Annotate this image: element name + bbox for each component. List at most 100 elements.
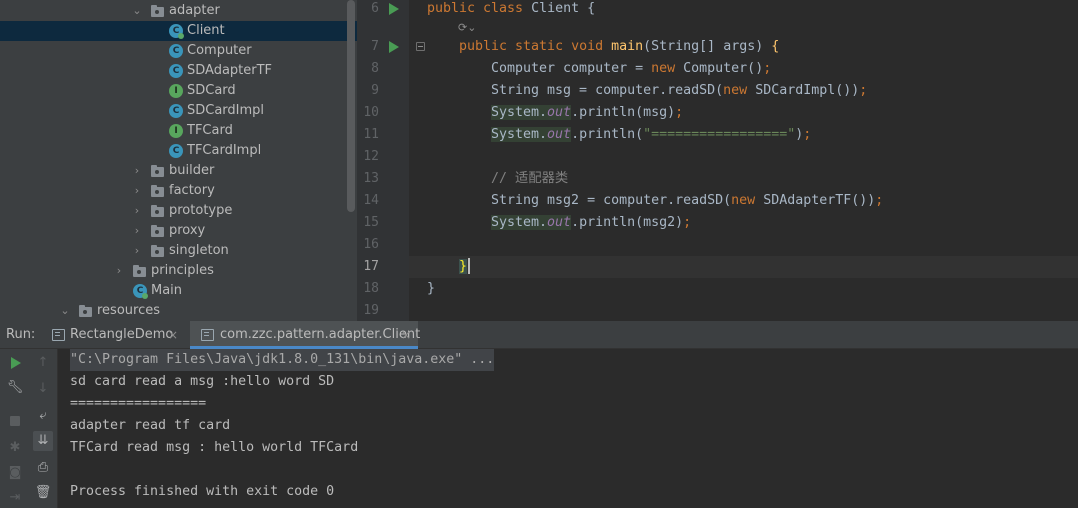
run-badge-icon bbox=[178, 33, 184, 39]
class-icon: C bbox=[169, 64, 183, 78]
run-main-icon[interactable] bbox=[389, 41, 399, 53]
scroll-to-end-icon: ⇊ bbox=[37, 433, 49, 448]
tree-item-label: adapter bbox=[169, 3, 220, 18]
edit-configuration-button[interactable]: 🔧︎ bbox=[5, 378, 25, 398]
code-line-9: String msg = computer.readSD(new SDCardI… bbox=[491, 83, 868, 98]
line-number-current: 17 bbox=[363, 259, 379, 274]
code-line-18: } bbox=[427, 281, 436, 296]
tree-item-sdadaptertf[interactable]: C SDAdapterTF bbox=[0, 61, 346, 81]
run-toolbar: ↑ 🔧︎ ↓ ⤶ ✱ ⇊ ◙ ⎙ ⇥ 🗑︎ bbox=[0, 349, 58, 508]
tree-item-tfcardimpl[interactable]: C TFCardImpl bbox=[0, 141, 346, 161]
close-icon[interactable]: × bbox=[168, 321, 178, 349]
tree-item-proxy[interactable]: › proxy bbox=[0, 221, 346, 241]
tree-item-label: Main bbox=[151, 283, 183, 298]
tree-item-singleton[interactable]: › singleton bbox=[0, 241, 346, 261]
folder-icon bbox=[151, 165, 164, 177]
screenshot-button[interactable]: ◙ bbox=[5, 463, 25, 483]
tree-item-label: prototype bbox=[169, 203, 233, 218]
bug-icon: ✱ bbox=[9, 440, 21, 455]
tab-rectangledemo[interactable]: RectangleDemo × bbox=[48, 321, 189, 349]
close-icon[interactable]: × bbox=[401, 321, 411, 349]
code-line-13: // 适配器类 bbox=[491, 171, 569, 186]
code-line-6: public class Client { bbox=[427, 1, 596, 16]
tree-item-sdcardimpl[interactable]: C SDCardImpl bbox=[0, 101, 346, 121]
inlay-hint-icon[interactable]: ⟳⌄ bbox=[458, 20, 476, 36]
folder-icon bbox=[151, 245, 164, 257]
chevron-right-icon[interactable]: › bbox=[131, 181, 143, 201]
folder-icon bbox=[151, 205, 164, 217]
code-line-7: public static void main(String[] args) { bbox=[459, 39, 780, 54]
arrow-up-icon: ↑ bbox=[37, 355, 49, 370]
chevron-right-icon[interactable]: › bbox=[131, 221, 143, 241]
code-line-10: System.out.println(msg); bbox=[491, 105, 684, 120]
console-line: adapter read tf card bbox=[70, 418, 231, 433]
tree-item-factory[interactable]: › factory bbox=[0, 181, 346, 201]
tree-item-tfcard[interactable]: I TFCard bbox=[0, 121, 346, 141]
console-command-line[interactable]: "C:\Program Files\Java\jdk1.8.0_131\bin\… bbox=[70, 349, 495, 371]
exit-button[interactable]: ⇥ bbox=[5, 488, 25, 508]
console-line: TFCard read msg : hello world TFCard bbox=[70, 440, 359, 455]
tree-item-main[interactable]: C Main bbox=[0, 281, 346, 301]
line-number: 10 bbox=[363, 105, 379, 120]
tree-item-label: factory bbox=[169, 183, 215, 198]
chevron-right-icon[interactable]: › bbox=[113, 261, 125, 281]
class-icon: C bbox=[169, 24, 184, 39]
folder-icon bbox=[151, 5, 164, 17]
interface-icon: I bbox=[169, 124, 183, 138]
trash-icon: 🗑︎ bbox=[34, 485, 52, 500]
line-number: 9 bbox=[371, 83, 379, 98]
chevron-right-icon[interactable]: › bbox=[131, 241, 143, 261]
run-badge-icon bbox=[142, 293, 148, 299]
tree-item-principles[interactable]: › principles bbox=[0, 261, 346, 281]
project-tree: ⌄ adapter C Client C Computer C SDAdapte… bbox=[0, 0, 357, 321]
exit-icon: ⇥ bbox=[9, 490, 21, 505]
tree-item-prototype[interactable]: › prototype bbox=[0, 201, 346, 221]
code-editor[interactable]: 6 7 8 9 10 11 12 13 14 15 16 17 18 19 pu… bbox=[357, 0, 1078, 321]
scroll-down-button[interactable]: ↓ bbox=[33, 379, 53, 399]
line-number: 15 bbox=[363, 215, 379, 230]
tree-item-sdcard[interactable]: I SDCard bbox=[0, 81, 346, 101]
chevron-right-icon[interactable]: › bbox=[131, 161, 143, 181]
print-button[interactable]: ⎙ bbox=[33, 458, 53, 478]
soft-wrap-button[interactable]: ⤶ bbox=[33, 406, 53, 426]
folder-icon bbox=[151, 185, 164, 197]
wrench-icon: 🔧︎ bbox=[6, 380, 24, 395]
rerun-button[interactable] bbox=[5, 353, 25, 373]
tree-item-adapter[interactable]: ⌄ adapter bbox=[0, 1, 346, 21]
tree-item-label: TFCardImpl bbox=[187, 143, 262, 158]
console-line: Process finished with exit code 0 bbox=[70, 484, 335, 499]
resources-folder-icon bbox=[79, 305, 92, 317]
tree-item-builder[interactable]: › builder bbox=[0, 161, 346, 181]
line-number: 13 bbox=[363, 171, 379, 186]
code-line-17: } bbox=[459, 256, 471, 278]
run-label: Run: bbox=[6, 327, 36, 342]
arrow-down-icon: ↓ bbox=[37, 381, 49, 396]
line-number: 11 bbox=[363, 127, 379, 142]
line-number: 19 bbox=[363, 303, 379, 318]
tree-item-label: SDCard bbox=[187, 83, 236, 98]
stop-button[interactable] bbox=[5, 411, 25, 431]
chevron-down-icon[interactable]: ⌄ bbox=[131, 1, 143, 21]
console-output[interactable]: "C:\Program Files\Java\jdk1.8.0_131\bin\… bbox=[59, 349, 1078, 508]
chevron-down-icon[interactable]: ⌄ bbox=[59, 301, 71, 321]
tree-item-computer[interactable]: C Computer bbox=[0, 41, 346, 61]
tab-client[interactable]: com.zzc.pattern.adapter.Client × bbox=[190, 321, 420, 349]
fold-icon[interactable] bbox=[416, 42, 425, 51]
debug-button[interactable]: ✱ bbox=[5, 438, 25, 458]
text-caret bbox=[468, 258, 471, 274]
tree-scrollbar[interactable] bbox=[347, 0, 355, 212]
tree-item-label: principles bbox=[151, 263, 214, 278]
tree-item-label: SDCardImpl bbox=[187, 103, 265, 118]
line-number: 8 bbox=[371, 61, 379, 76]
editor-gutter: 6 7 8 9 10 11 12 13 14 15 16 17 18 19 bbox=[357, 0, 425, 321]
chevron-right-icon[interactable]: › bbox=[131, 201, 143, 221]
scroll-up-button[interactable]: ↑ bbox=[33, 353, 53, 373]
clear-console-button[interactable]: 🗑︎ bbox=[33, 483, 53, 503]
line-number: 6 bbox=[371, 1, 379, 16]
tree-item-resources[interactable]: ⌄ resources bbox=[0, 301, 346, 321]
tree-item-label: builder bbox=[169, 163, 215, 178]
run-tool-window-header: Run: RectangleDemo × com.zzc.pattern.ada… bbox=[0, 321, 1078, 349]
scroll-to-end-button[interactable]: ⇊ bbox=[33, 431, 53, 451]
tree-item-client[interactable]: C Client bbox=[0, 21, 357, 41]
run-class-icon[interactable] bbox=[389, 3, 399, 15]
